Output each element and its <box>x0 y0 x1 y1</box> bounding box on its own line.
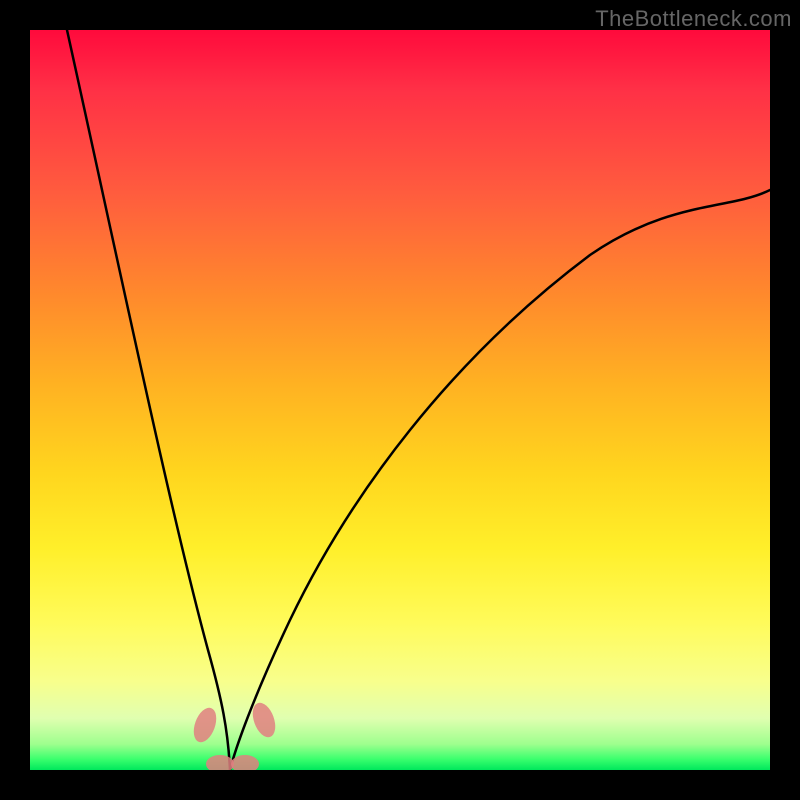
marker-left <box>189 705 220 746</box>
marker-group <box>189 700 279 770</box>
curve-left-arm <box>67 30 230 770</box>
outer-frame: TheBottleneck.com <box>0 0 800 800</box>
curve-right-arm <box>230 190 770 770</box>
curve-layer <box>30 30 770 770</box>
watermark-text: TheBottleneck.com <box>595 6 792 32</box>
marker-bottom-2 <box>231 755 259 770</box>
plot-area <box>30 30 770 770</box>
